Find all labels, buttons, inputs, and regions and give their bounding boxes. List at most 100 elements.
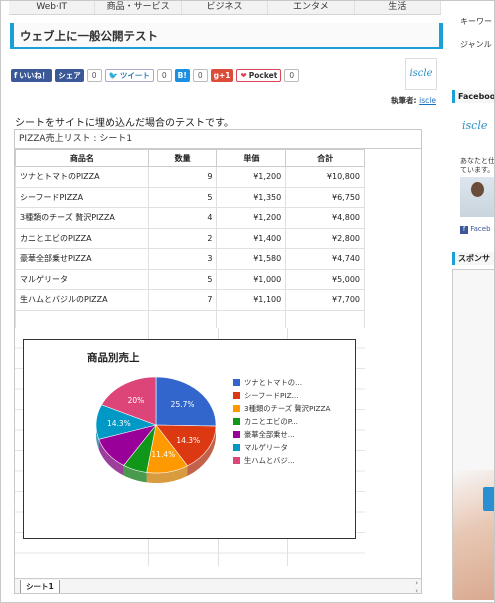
nav-item-entertainment[interactable]: エンタメ — [268, 1, 355, 14]
fb-logo[interactable]: iscle — [462, 119, 487, 132]
scroll-right-icon[interactable]: › — [415, 579, 418, 587]
scroll-arrows[interactable]: › ‹ — [415, 579, 418, 593]
sales-table: 商品名 数量 単価 合計 ツナとトマトのPIZZA 9 ¥1,200 ¥10,800 シ… — [15, 149, 365, 352]
cell-unit-price[interactable]: ¥1,100 — [216, 289, 287, 311]
hatena-bookmark-button[interactable]: B! — [174, 68, 190, 82]
cell-product[interactable]: 豪華全部乗せPIZZA — [15, 248, 149, 270]
nav-item-business[interactable]: ビジネス — [182, 1, 269, 14]
chart-legend: ツナとトマトの... シーフードPIZ... 3種類のチーズ 贅沢PIZZA カニとエ… — [233, 378, 348, 469]
cell-quantity[interactable]: 3 — [147, 248, 218, 270]
legend-label: シーフードPIZ... — [244, 391, 299, 400]
legend-item: 豪華全部乗せ... — [233, 430, 348, 439]
legend-swatch — [233, 379, 240, 386]
facebook-icon: f — [14, 70, 18, 80]
legend-item: マルゲリータ — [233, 443, 348, 452]
table-row: 豪華全部乗せPIZZA 3 ¥1,580 ¥4,740 — [15, 248, 365, 270]
nav-item-life[interactable]: 生活 — [355, 1, 442, 14]
cell-product[interactable]: 生ハムとバジルのPIZZA — [15, 289, 149, 311]
legend-swatch — [233, 405, 240, 412]
legend-item: シーフードPIZ... — [233, 391, 348, 400]
legend-label: 3種類のチーズ 贅沢PIZZA — [244, 404, 331, 413]
cell-unit-price[interactable]: ¥1,000 — [216, 268, 287, 290]
legend-label: 豪華全部乗せ... — [244, 430, 295, 439]
social-buttons: f いいね！ シェア 0 🐦 ツイート 0 B! 0 g+1 ❤ Pocket 0 — [11, 68, 300, 82]
legend-label: 生ハムとバジ... — [244, 456, 295, 465]
cell-unit-price[interactable]: ¥1,200 — [216, 166, 287, 188]
cell-unit-price[interactable]: ¥1,350 — [216, 186, 287, 208]
legend-label: マルゲリータ — [244, 443, 288, 452]
cell-unit-price[interactable]: ¥1,200 — [216, 207, 287, 229]
cell-quantity[interactable]: 2 — [147, 227, 218, 249]
pocket-icon: ❤ — [240, 70, 247, 80]
tweet-button[interactable]: 🐦 ツイート — [104, 68, 154, 82]
legend-swatch — [233, 418, 240, 425]
pie-svg: 25.7%14.3%11.4%14.3%20% — [95, 376, 217, 483]
table-row: 生ハムとバジルのPIZZA 7 ¥1,100 ¥7,700 — [15, 289, 365, 311]
table-row: ツナとトマトのPIZZA 9 ¥1,200 ¥10,800 — [15, 166, 365, 188]
sponsor-ad[interactable] — [452, 269, 494, 600]
legend-swatch — [233, 457, 240, 464]
facebook-icon: f — [460, 226, 468, 234]
cell-quantity[interactable]: 4 — [147, 207, 218, 229]
cell-product[interactable]: ツナとトマトのPIZZA — [15, 166, 149, 188]
table-row: カニとエビのPIZZA 2 ¥1,400 ¥2,800 — [15, 227, 365, 249]
legend-swatch — [233, 392, 240, 399]
tweet-count: 0 — [156, 68, 172, 82]
legend-label: カニとエビのP... — [244, 417, 299, 426]
cell-quantity[interactable]: 5 — [147, 268, 218, 290]
nav-item-products[interactable]: 商品・サービス — [95, 1, 182, 14]
fb-footer-label: Faceb — [470, 225, 491, 233]
tweet-label: ツイート — [119, 70, 150, 80]
fb-text-2: ています。 — [460, 166, 495, 174]
cell-unit-price[interactable]: ¥1,580 — [216, 248, 287, 270]
facebook-share-button[interactable]: シェア — [55, 68, 84, 82]
legend-label: ツナとトマトの... — [244, 378, 303, 387]
table-header-row: 商品名 数量 単価 合計 — [15, 149, 365, 167]
sheet-title: PIZZA売上リスト : シート1 — [15, 130, 421, 149]
sidebar-keyword[interactable]: キーワー — [460, 16, 492, 27]
pie-data-label: 20% — [128, 396, 145, 405]
chart-title: 商品別売上 — [87, 352, 140, 364]
cell-total[interactable]: ¥10,800 — [285, 166, 365, 188]
avatar — [460, 177, 494, 217]
cell-product[interactable]: カニとエビのPIZZA — [15, 227, 149, 249]
pie-data-label: 14.3% — [176, 436, 200, 445]
pie-data-label: 25.7% — [171, 400, 195, 409]
header-unit-price: 単価 — [216, 149, 287, 167]
tab-sheet1[interactable]: シート1 — [20, 580, 60, 593]
cell-unit-price[interactable]: ¥1,400 — [216, 227, 287, 249]
cell-total[interactable]: ¥4,740 — [285, 248, 365, 270]
pocket-button[interactable]: ❤ Pocket — [236, 68, 282, 82]
cell-total[interactable]: ¥7,700 — [285, 289, 365, 311]
facebook-like-button[interactable]: f いいね！ — [11, 68, 53, 82]
cell-product[interactable]: シーフードPIZZA — [15, 186, 149, 208]
cell-product[interactable]: 3種類のチーズ 贅沢PIZZA — [15, 207, 149, 229]
sidebar-genre[interactable]: ジャンル — [460, 39, 492, 50]
scroll-left-icon[interactable]: ‹ — [415, 587, 418, 593]
nav-item-web-it[interactable]: Web·IT — [9, 1, 96, 14]
google-plus-button[interactable]: g+1 — [210, 68, 234, 82]
cell-quantity[interactable]: 7 — [147, 289, 218, 311]
cell-total[interactable]: ¥4,800 — [285, 207, 365, 229]
cell-product[interactable]: マルゲリータ — [15, 268, 149, 290]
browser-frame: Web·IT 商品・サービス ビジネス エンタメ 生活 ウェブ上に一般公開テスト… — [0, 0, 495, 603]
legend-item: 生ハムとバジ... — [233, 456, 348, 465]
author-link[interactable]: iscle — [419, 96, 436, 105]
legend-item: 3種類のチーズ 贅沢PIZZA — [233, 404, 348, 413]
pie-data-label: 14.3% — [107, 419, 131, 428]
pocket-count: 0 — [284, 68, 300, 82]
cell-quantity[interactable]: 5 — [147, 186, 218, 208]
fb-footer[interactable]: f Faceb — [460, 225, 491, 234]
cell-total[interactable]: ¥6,750 — [285, 186, 365, 208]
cell-total[interactable]: ¥5,000 — [285, 268, 365, 290]
page-title: ウェブ上に一般公開テスト — [10, 23, 443, 49]
author-prefix: 執筆者: — [391, 96, 417, 105]
author-logo[interactable]: iscle — [405, 58, 437, 90]
pie-chart: 商品別売上 25.7% 14.3% 11.4% 14.3% 20% ツナとトマトの...… — [23, 339, 356, 539]
like-label: いいね！ — [19, 70, 50, 80]
table-row: マルゲリータ 5 ¥1,000 ¥5,000 — [15, 268, 365, 290]
cell-quantity[interactable]: 9 — [147, 166, 218, 188]
legend-item: ツナとトマトの... — [233, 378, 348, 387]
legend-item: カニとエビのP... — [233, 417, 348, 426]
cell-total[interactable]: ¥2,800 — [285, 227, 365, 249]
